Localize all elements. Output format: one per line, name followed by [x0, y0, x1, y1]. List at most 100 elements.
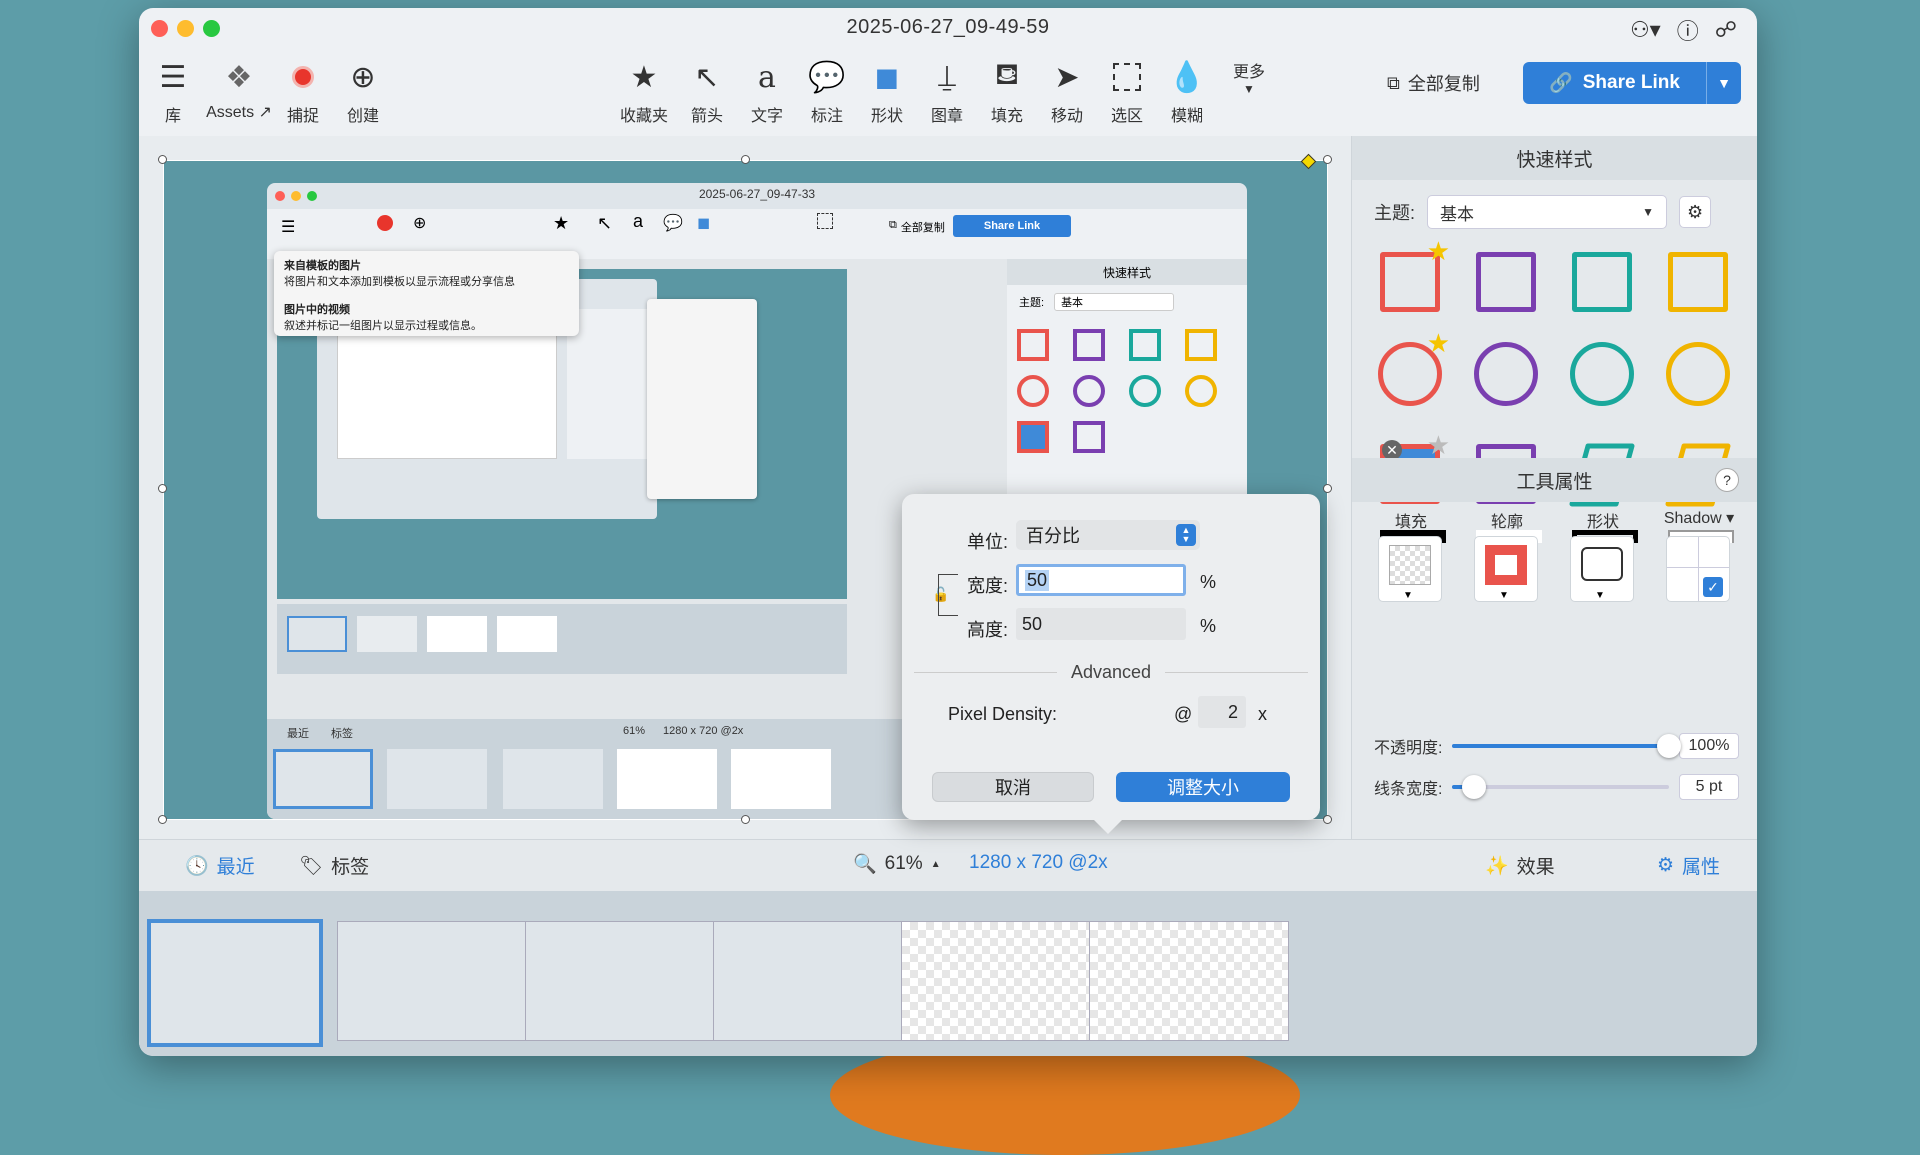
outline-prop-label: 轮廓	[1490, 514, 1523, 531]
style-teal-circle[interactable]	[1566, 338, 1638, 410]
shadow-prop-label[interactable]: Shadow ▾	[1654, 508, 1744, 528]
thumbnail[interactable]	[147, 919, 323, 1047]
star-badge-icon: ★	[1426, 328, 1450, 358]
resize-handle[interactable]	[1323, 484, 1332, 493]
thumbnail[interactable]	[337, 921, 537, 1041]
resize-handle[interactable]	[158, 155, 167, 164]
shape-swatch[interactable]: ▼	[1570, 536, 1634, 602]
thumbnail[interactable]	[713, 921, 913, 1041]
nested-star-icon: ★	[553, 213, 570, 233]
share-options-dropdown[interactable]: ▼	[1707, 75, 1741, 91]
style-yellow-rect[interactable]	[1662, 246, 1734, 318]
tag-icon: 🏷	[299, 855, 324, 877]
move-tool[interactable]: ➤ 移动	[1035, 52, 1099, 126]
thumbnail-empty[interactable]	[1089, 921, 1289, 1041]
line-width-row: 线条宽度: 5 pt	[1374, 773, 1739, 801]
nested-copy-all: ⧉ 全部复制	[889, 219, 945, 235]
nested-thumb	[497, 616, 557, 652]
share-link-button[interactable]: 🔗 Share Link ▼	[1523, 62, 1741, 104]
line-width-slider-knob[interactable]	[1462, 775, 1487, 799]
move-label: 移动	[1050, 108, 1083, 125]
style-teal-rect[interactable]	[1566, 246, 1638, 318]
opacity-label: 不透明度:	[1374, 740, 1443, 757]
resize-handle[interactable]	[741, 155, 750, 164]
capture-button[interactable]: 捕捉	[271, 52, 335, 126]
nested-filmstrip-inner	[277, 604, 847, 674]
resize-handle[interactable]	[1323, 815, 1332, 824]
resize-handle[interactable]	[741, 815, 750, 824]
theme-select[interactable]: 基本 ▼	[1427, 195, 1668, 229]
thumbnail-empty[interactable]	[901, 921, 1101, 1041]
fill-tool[interactable]: ⛾ 填充	[975, 52, 1039, 126]
resize-handle[interactable]	[1323, 155, 1332, 164]
height-input[interactable]: 50	[1016, 608, 1186, 640]
copy-all-button[interactable]: ⧉ 全部复制	[1387, 70, 1480, 96]
library-label: 库	[164, 108, 181, 125]
theme-select-value: 基本	[1440, 204, 1475, 224]
style-purple-rect[interactable]	[1470, 246, 1542, 318]
filmstrip	[139, 891, 1757, 1056]
line-width-slider[interactable]	[1452, 775, 1669, 799]
gear-icon[interactable]: ⚙	[1679, 196, 1712, 228]
line-width-value[interactable]: 5 pt	[1679, 774, 1739, 800]
title-bar-actions: ⚇▾ ⓘ ☍	[1630, 14, 1737, 46]
clock-icon: 🕓	[185, 855, 209, 877]
collaboration-icon[interactable]: ⚇▾	[1630, 17, 1661, 43]
favorites-tool[interactable]: ★ 收藏夹	[609, 52, 679, 126]
x-sign: x	[1258, 704, 1267, 724]
tags-button[interactable]: 🏷 标签	[299, 852, 369, 879]
bottom-bar: 🕓 最近 🏷 标签 🔍 61% ▲ 1280 x 720 @2x ✨ 效果 ⚙ 属性	[139, 839, 1757, 891]
shadow-swatch[interactable]: ✓	[1666, 536, 1730, 602]
help-button[interactable]: ?	[1715, 468, 1739, 492]
callout-label: 标注	[810, 108, 843, 125]
style-yellow-circle[interactable]	[1662, 338, 1734, 410]
thumbnail[interactable]	[525, 921, 725, 1041]
chevron-down-icon: ▼	[1243, 82, 1255, 96]
resize-confirm-button[interactable]: 调整大小	[1116, 772, 1290, 802]
pixel-density-input[interactable]: 2	[1198, 696, 1246, 728]
image-size-button[interactable]: 1280 x 720 @2x	[969, 852, 1108, 874]
create-button[interactable]: ⊕ 创建	[331, 52, 395, 126]
recent-button[interactable]: 🕓 最近	[185, 852, 255, 879]
properties-button[interactable]: ⚙ 属性	[1657, 852, 1720, 879]
style-red-rect[interactable]: ★	[1374, 236, 1450, 318]
assets-button[interactable]: ❖ Assets ↗	[197, 52, 281, 122]
quick-styles-grid: ★ ★	[1374, 236, 1744, 436]
blur-tool[interactable]: 💧 模糊	[1155, 52, 1219, 126]
opacity-slider[interactable]	[1452, 734, 1681, 758]
arrow-tool[interactable]: ↖ 箭头	[675, 52, 739, 126]
effects-button[interactable]: ✨ 效果	[1485, 852, 1555, 879]
resize-handle[interactable]	[158, 484, 167, 493]
account-icon[interactable]: ☍	[1715, 17, 1737, 43]
opacity-value[interactable]: 100%	[1679, 733, 1739, 759]
remove-style-icon[interactable]: ✕	[1382, 440, 1402, 460]
opacity-slider-knob[interactable]	[1657, 734, 1681, 758]
fill-swatch[interactable]: ▼	[1378, 536, 1442, 602]
app-window: 2025-06-27_09-49-59 ⚇▾ ⓘ ☍ ☰ 库 ❖ Assets …	[139, 8, 1757, 1056]
zoom-control[interactable]: 🔍 61% ▲	[853, 852, 941, 876]
unit-select[interactable]: 百分比 ▲ ▼	[1016, 520, 1200, 550]
style-red-circle[interactable]: ★	[1374, 328, 1450, 410]
text-tool[interactable]: a 文字	[735, 52, 799, 126]
more-tools-button[interactable]: 更多 ▼	[1217, 52, 1281, 96]
window-title: 2025-06-27_09-49-59	[846, 16, 1050, 38]
info-icon[interactable]: ⓘ	[1677, 14, 1699, 46]
arrow-label: 箭头	[690, 108, 723, 125]
width-input[interactable]: 50	[1016, 564, 1186, 596]
stamp-tool[interactable]: ⍊ 图章	[915, 52, 979, 126]
properties-panel: 快速样式 主题: 基本 ▼ ⚙ ★ ★ ✕ ★ 工具属性 ? 填充 轮廓 形状 …	[1351, 136, 1757, 839]
magnifier-icon: 🔍	[853, 854, 877, 875]
cancel-button[interactable]: 取消	[932, 772, 1094, 802]
at-sign: @	[1174, 704, 1193, 724]
library-button[interactable]: ☰ 库	[141, 52, 205, 126]
favorites-label: 收藏夹	[619, 108, 668, 125]
shape-tool[interactable]: ◼ 形状	[855, 52, 919, 126]
style-purple-circle[interactable]	[1470, 338, 1542, 410]
outline-swatch[interactable]: ▼	[1474, 536, 1538, 602]
nested-size: 1280 x 720 @2x	[663, 725, 744, 737]
select-tool[interactable]: 选区	[1095, 52, 1159, 126]
chevron-down-icon: ▼	[1595, 590, 1605, 601]
move-pointer-icon: ➤	[1054, 60, 1080, 94]
resize-handle[interactable]	[158, 815, 167, 824]
callout-tool[interactable]: 💬 标注	[795, 52, 859, 126]
